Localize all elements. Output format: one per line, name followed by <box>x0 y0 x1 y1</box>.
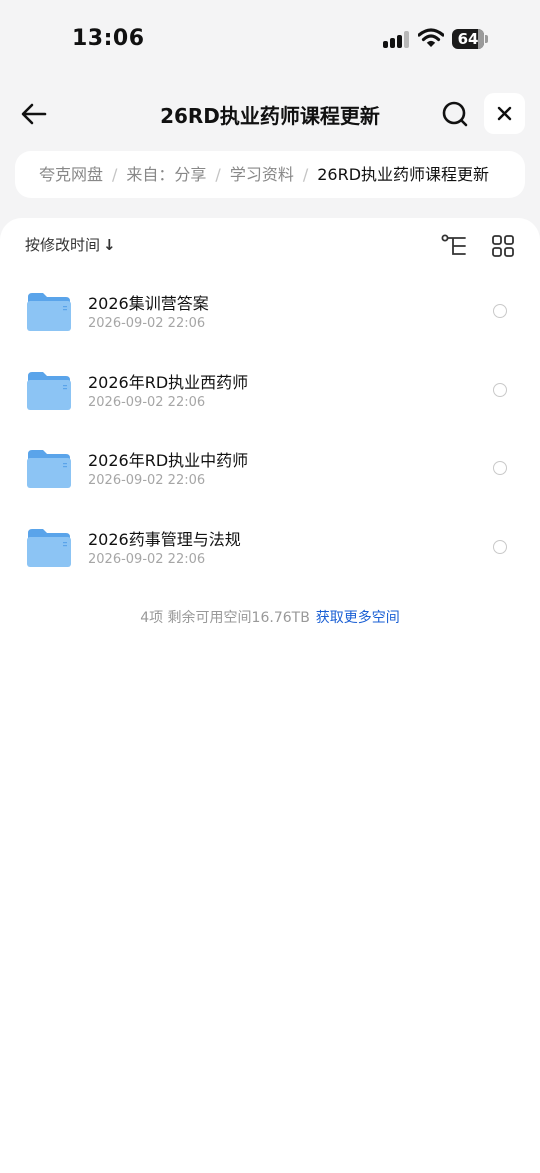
wifi-icon <box>418 28 444 47</box>
select-radio[interactable] <box>493 461 507 475</box>
nav-bar: 26RD执业药师课程更新 <box>0 88 540 140</box>
sort-button[interactable]: 按修改时间 ↓ <box>25 234 116 255</box>
file-date: 2026-09-02 22:06 <box>88 473 206 488</box>
breadcrumb-item-share[interactable]: 来自：分享 <box>126 165 206 184</box>
tree-view-icon[interactable] <box>441 234 467 258</box>
file-name: 2026药事管理与法规 <box>88 530 241 549</box>
breadcrumb-separator: / <box>215 165 221 184</box>
breadcrumb-item-current: 26RD执业药师课程更新 <box>317 165 490 184</box>
status-time: 13:06 <box>72 26 145 51</box>
breadcrumb-item-study[interactable]: 学习资料 <box>230 165 294 184</box>
status-bar: 13:06 64 <box>0 0 540 80</box>
breadcrumb-item-root[interactable]: 夸克网盘 <box>39 165 103 184</box>
folder-icon <box>27 529 71 567</box>
select-radio[interactable] <box>493 540 507 554</box>
back-arrow-icon[interactable] <box>18 98 50 130</box>
file-row[interactable]: 2026年RD执业中药师 2026-09-02 22:06 <box>0 435 540 513</box>
sort-arrow-icon: ↓ <box>103 236 116 254</box>
battery-level: 64 <box>457 30 479 48</box>
file-row[interactable]: 2026集训营答案 2026-09-02 22:06 <box>0 278 540 356</box>
file-row[interactable]: 2026药事管理与法规 2026-09-02 22:06 <box>0 514 540 592</box>
folder-icon <box>27 450 71 488</box>
breadcrumb: 夸克网盘 / 来自：分享 / 学习资料 / 26RD执业药师课程更新 <box>15 151 525 198</box>
breadcrumb-separator: / <box>112 165 118 184</box>
storage-info: 4项 剩余可用空间16.76TB 获取更多空间 <box>0 607 540 627</box>
file-row[interactable]: 2026年RD执业西药师 2026-09-02 22:06 <box>0 357 540 435</box>
file-date: 2026-09-02 22:06 <box>88 316 206 331</box>
folder-icon <box>27 293 71 331</box>
file-date: 2026-09-02 22:06 <box>88 552 206 567</box>
page-title: 26RD执业药师课程更新 <box>160 104 380 128</box>
close-icon <box>497 106 512 121</box>
select-radio[interactable] <box>493 304 507 318</box>
file-name: 2026年RD执业西药师 <box>88 373 249 392</box>
file-list-card: 按修改时间 ↓ 2026集训营答案 2026-09-02 22:06 2026年R… <box>0 218 540 1173</box>
select-radio[interactable] <box>493 383 507 397</box>
grid-view-icon[interactable] <box>492 235 514 257</box>
folder-icon <box>27 372 71 410</box>
file-date: 2026-09-02 22:06 <box>88 395 206 410</box>
get-more-space-link[interactable]: 获取更多空间 <box>316 610 400 626</box>
close-button[interactable] <box>484 93 525 134</box>
file-name: 2026年RD执业中药师 <box>88 451 249 470</box>
signal-icon <box>383 30 411 48</box>
storage-info-text: 4项 剩余可用空间16.76TB <box>140 610 310 626</box>
search-icon[interactable] <box>439 98 471 130</box>
breadcrumb-separator: / <box>302 165 309 184</box>
sort-label: 按修改时间 <box>25 236 101 254</box>
battery-icon: 64 <box>452 29 484 49</box>
file-name: 2026集训营答案 <box>88 294 209 313</box>
